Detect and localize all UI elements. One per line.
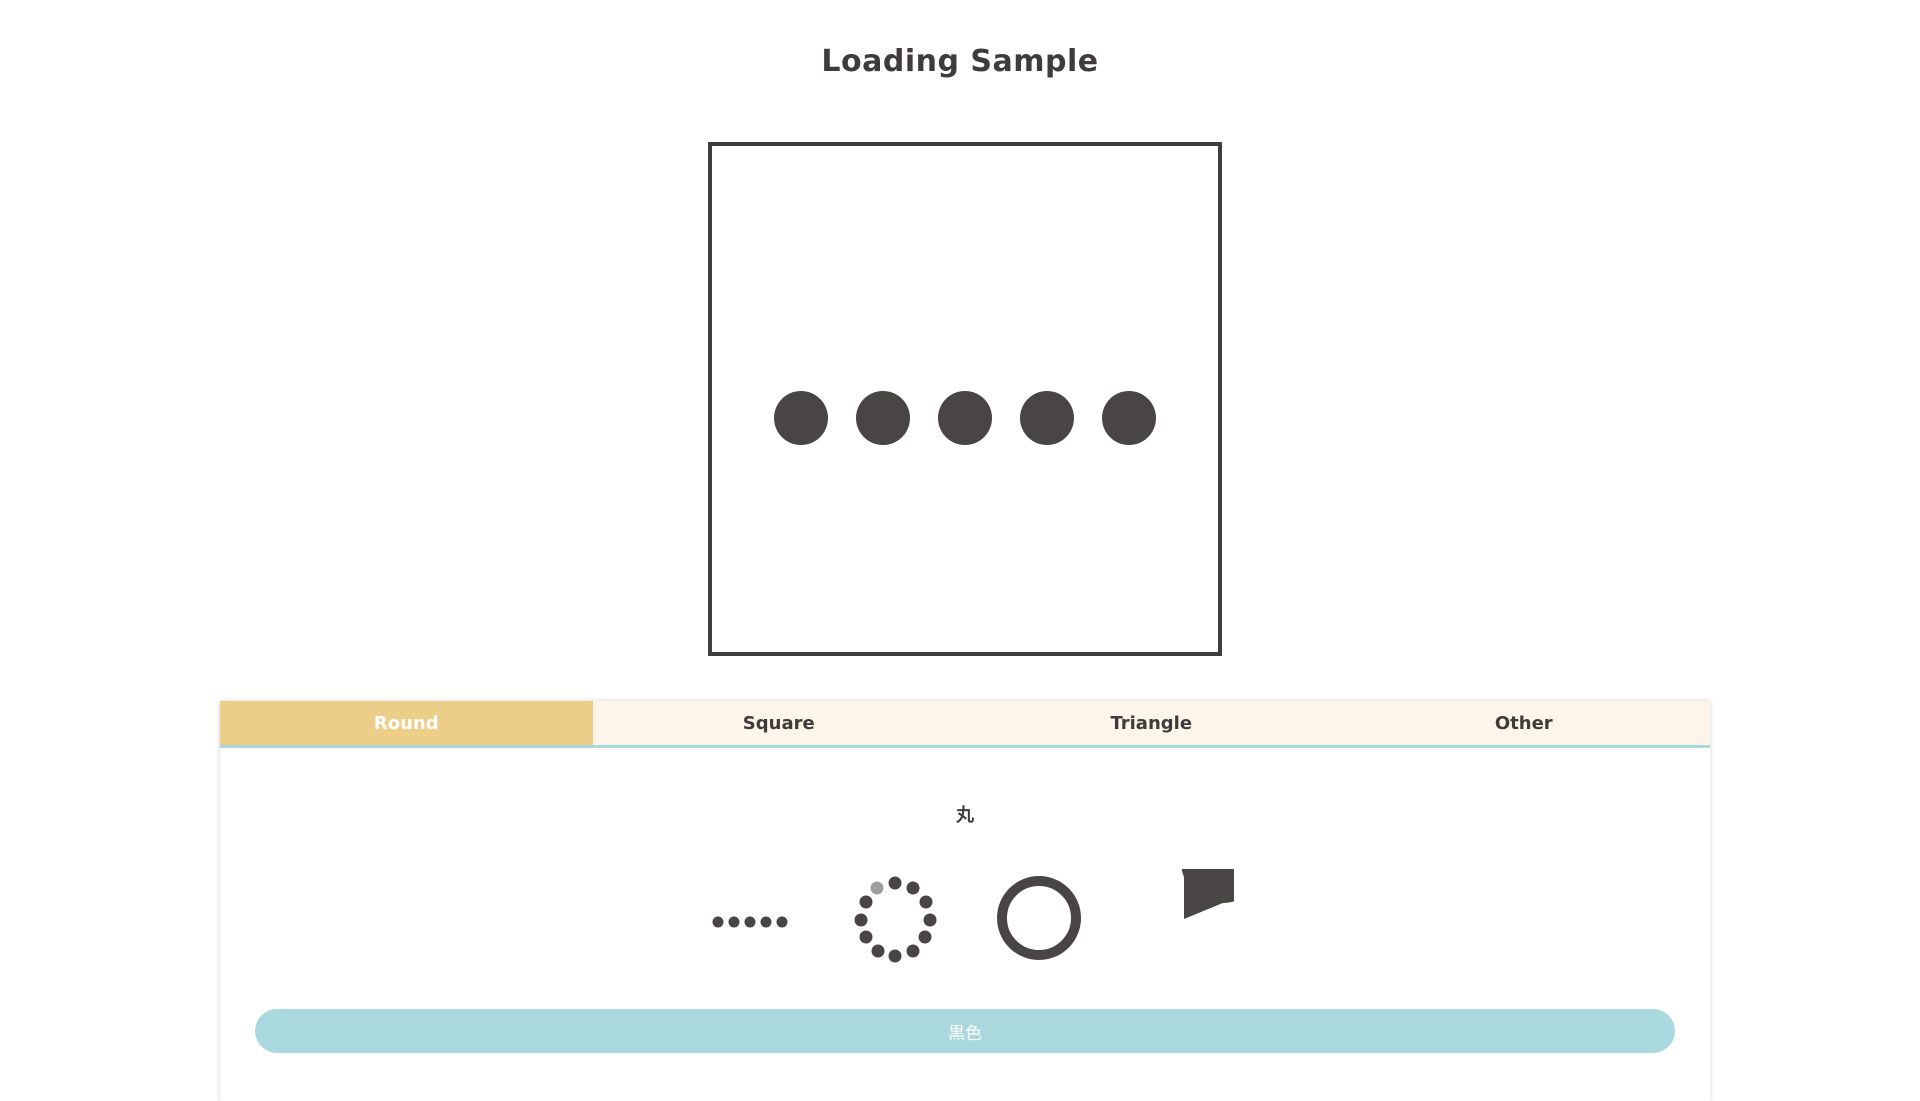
color-black-button[interactable]: 黒色 <box>255 1009 1675 1053</box>
dot-ring-option[interactable] <box>846 869 946 969</box>
tab-triangle[interactable]: Triangle <box>965 701 1338 745</box>
loading-dot <box>938 391 992 445</box>
pie-icon <box>1180 819 1265 919</box>
dot-ring-spinner-icon <box>854 876 937 963</box>
tab-square[interactable]: Square <box>593 701 966 745</box>
section-label: 丸 <box>956 805 974 826</box>
dots-row-icon <box>712 916 788 928</box>
ring-icon <box>997 876 1081 960</box>
tab-round[interactable]: Round <box>220 701 593 745</box>
pie-option[interactable] <box>1134 819 1265 969</box>
shape-tabs: Round Square Triangle Other <box>220 701 1710 748</box>
loading-dot <box>1102 391 1156 445</box>
dots-row-option[interactable] <box>710 869 800 969</box>
loading-preview <box>708 142 1222 656</box>
loading-dot <box>1020 391 1074 445</box>
loading-dot <box>774 391 828 445</box>
tab-other[interactable]: Other <box>1338 701 1711 745</box>
page-title: Loading Sample <box>821 44 1099 79</box>
loading-dot <box>856 391 910 445</box>
loader-selection-panel: Round Square Triangle Other 丸 黒色 <box>220 701 1710 1101</box>
ring-option[interactable] <box>990 869 1090 969</box>
